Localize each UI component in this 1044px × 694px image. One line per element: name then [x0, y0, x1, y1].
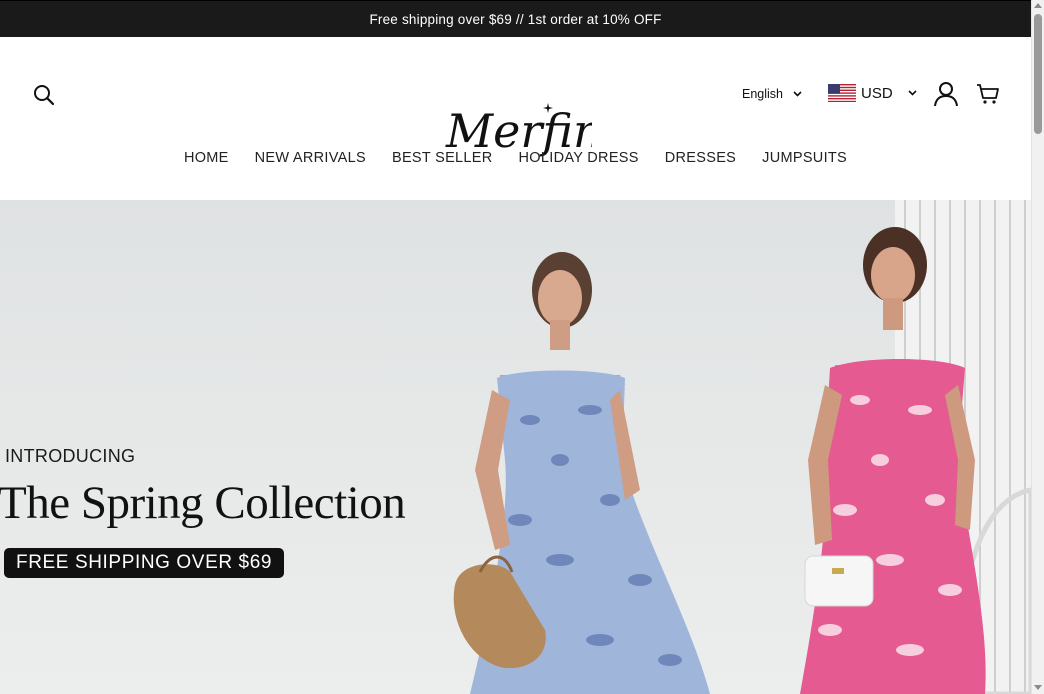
language-selector[interactable]: English	[742, 87, 802, 101]
hero-banner[interactable]: INTRODUCING The Spring Collection FREE S…	[0, 200, 1031, 694]
hero-eyebrow: INTRODUCING	[5, 446, 136, 466]
language-label: English	[742, 87, 783, 101]
cart-icon[interactable]	[976, 82, 1000, 106]
announcement-bar: Free shipping over $69 // 1st order at 1…	[0, 0, 1031, 37]
currency-selector[interactable]: USD	[828, 84, 917, 102]
nav-item-holiday-dress[interactable]: HOLIDAY DRESS	[519, 150, 639, 166]
hero-shipping-badge[interactable]: FREE SHIPPING OVER $69	[4, 548, 285, 578]
nav-item-best-seller[interactable]: BEST SELLER	[392, 150, 493, 166]
nav-item-new-arrivals[interactable]: NEW ARRIVALS	[255, 150, 366, 166]
us-flag-icon	[828, 84, 856, 102]
hero-image	[453, 200, 1031, 694]
search-icon[interactable]	[32, 83, 56, 107]
currency-label: USD	[861, 84, 893, 102]
hero-title: The Spring Collection	[0, 477, 406, 529]
site-header: Merfini English USD	[0, 37, 1031, 200]
chevron-down-icon	[793, 91, 802, 97]
account-icon[interactable]	[933, 81, 959, 107]
nav-item-dresses[interactable]: DRESSES	[665, 150, 736, 166]
chevron-down-icon	[908, 90, 917, 96]
scroll-up-arrow-icon[interactable]	[1034, 3, 1042, 8]
page: Free shipping over $69 // 1st order at 1…	[0, 0, 1031, 694]
scroll-thumb[interactable]	[1034, 14, 1042, 134]
announcement-text: Free shipping over $69 // 1st order at 1…	[369, 11, 662, 27]
nav-item-jumpsuits[interactable]: JUMPSUITS	[762, 150, 847, 166]
scroll-down-arrow-icon[interactable]	[1034, 685, 1042, 690]
nav-item-home[interactable]: HOME	[184, 150, 229, 166]
main-nav: HOME NEW ARRIVALS BEST SELLER HOLIDAY DR…	[0, 150, 1031, 166]
scrollbar[interactable]	[1031, 0, 1044, 694]
